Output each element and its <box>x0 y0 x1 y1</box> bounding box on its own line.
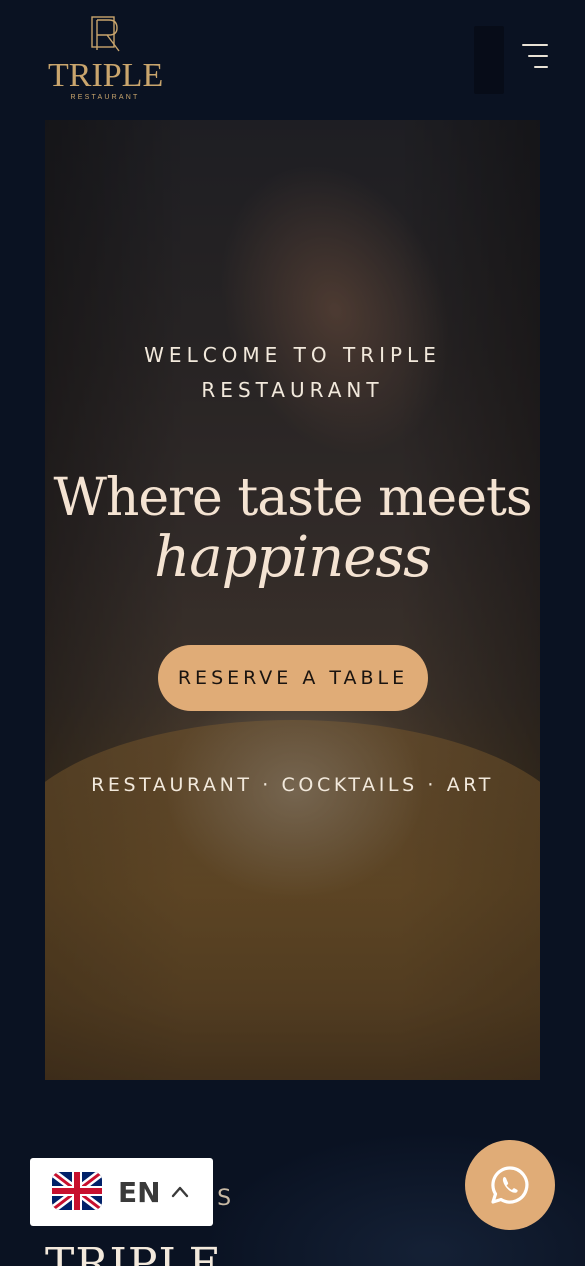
hero-overlay <box>45 120 540 1080</box>
logo-monogram-icon <box>91 16 120 52</box>
site-header: TRIPLE RESTAURANT <box>0 0 585 120</box>
hero-tagline: RESTAURANT · COCKTAILS · ART <box>91 774 494 796</box>
uk-flag-icon <box>52 1172 102 1210</box>
logo-wordmark: TRIPLE <box>48 57 164 94</box>
whatsapp-button[interactable] <box>465 1140 555 1230</box>
reserve-table-button[interactable]: RESERVE A TABLE <box>158 645 428 711</box>
menu-line <box>534 66 548 68</box>
chevron-up-icon <box>171 1186 189 1198</box>
language-code: EN <box>118 1176 161 1209</box>
menu-line <box>528 55 548 57</box>
whatsapp-icon <box>491 1166 529 1204</box>
hero-welcome-text: WELCOME TO TRIPLE RESTAURANT <box>144 343 441 402</box>
hero-title: Where taste meets <box>53 468 532 528</box>
hero-title-italic: happiness <box>154 525 432 590</box>
header-placeholder-block <box>474 26 504 94</box>
logo[interactable]: TRIPLE RESTAURANT <box>48 16 164 104</box>
hamburger-menu-button[interactable] <box>516 40 552 72</box>
about-section-title: TRIPLE <box>45 1239 222 1266</box>
language-selector[interactable]: EN <box>30 1158 213 1226</box>
menu-line <box>522 44 548 46</box>
logo-subtitle: RESTAURANT <box>70 94 140 101</box>
hero-section: WELCOME TO TRIPLE RESTAURANT Where taste… <box>45 120 540 1080</box>
